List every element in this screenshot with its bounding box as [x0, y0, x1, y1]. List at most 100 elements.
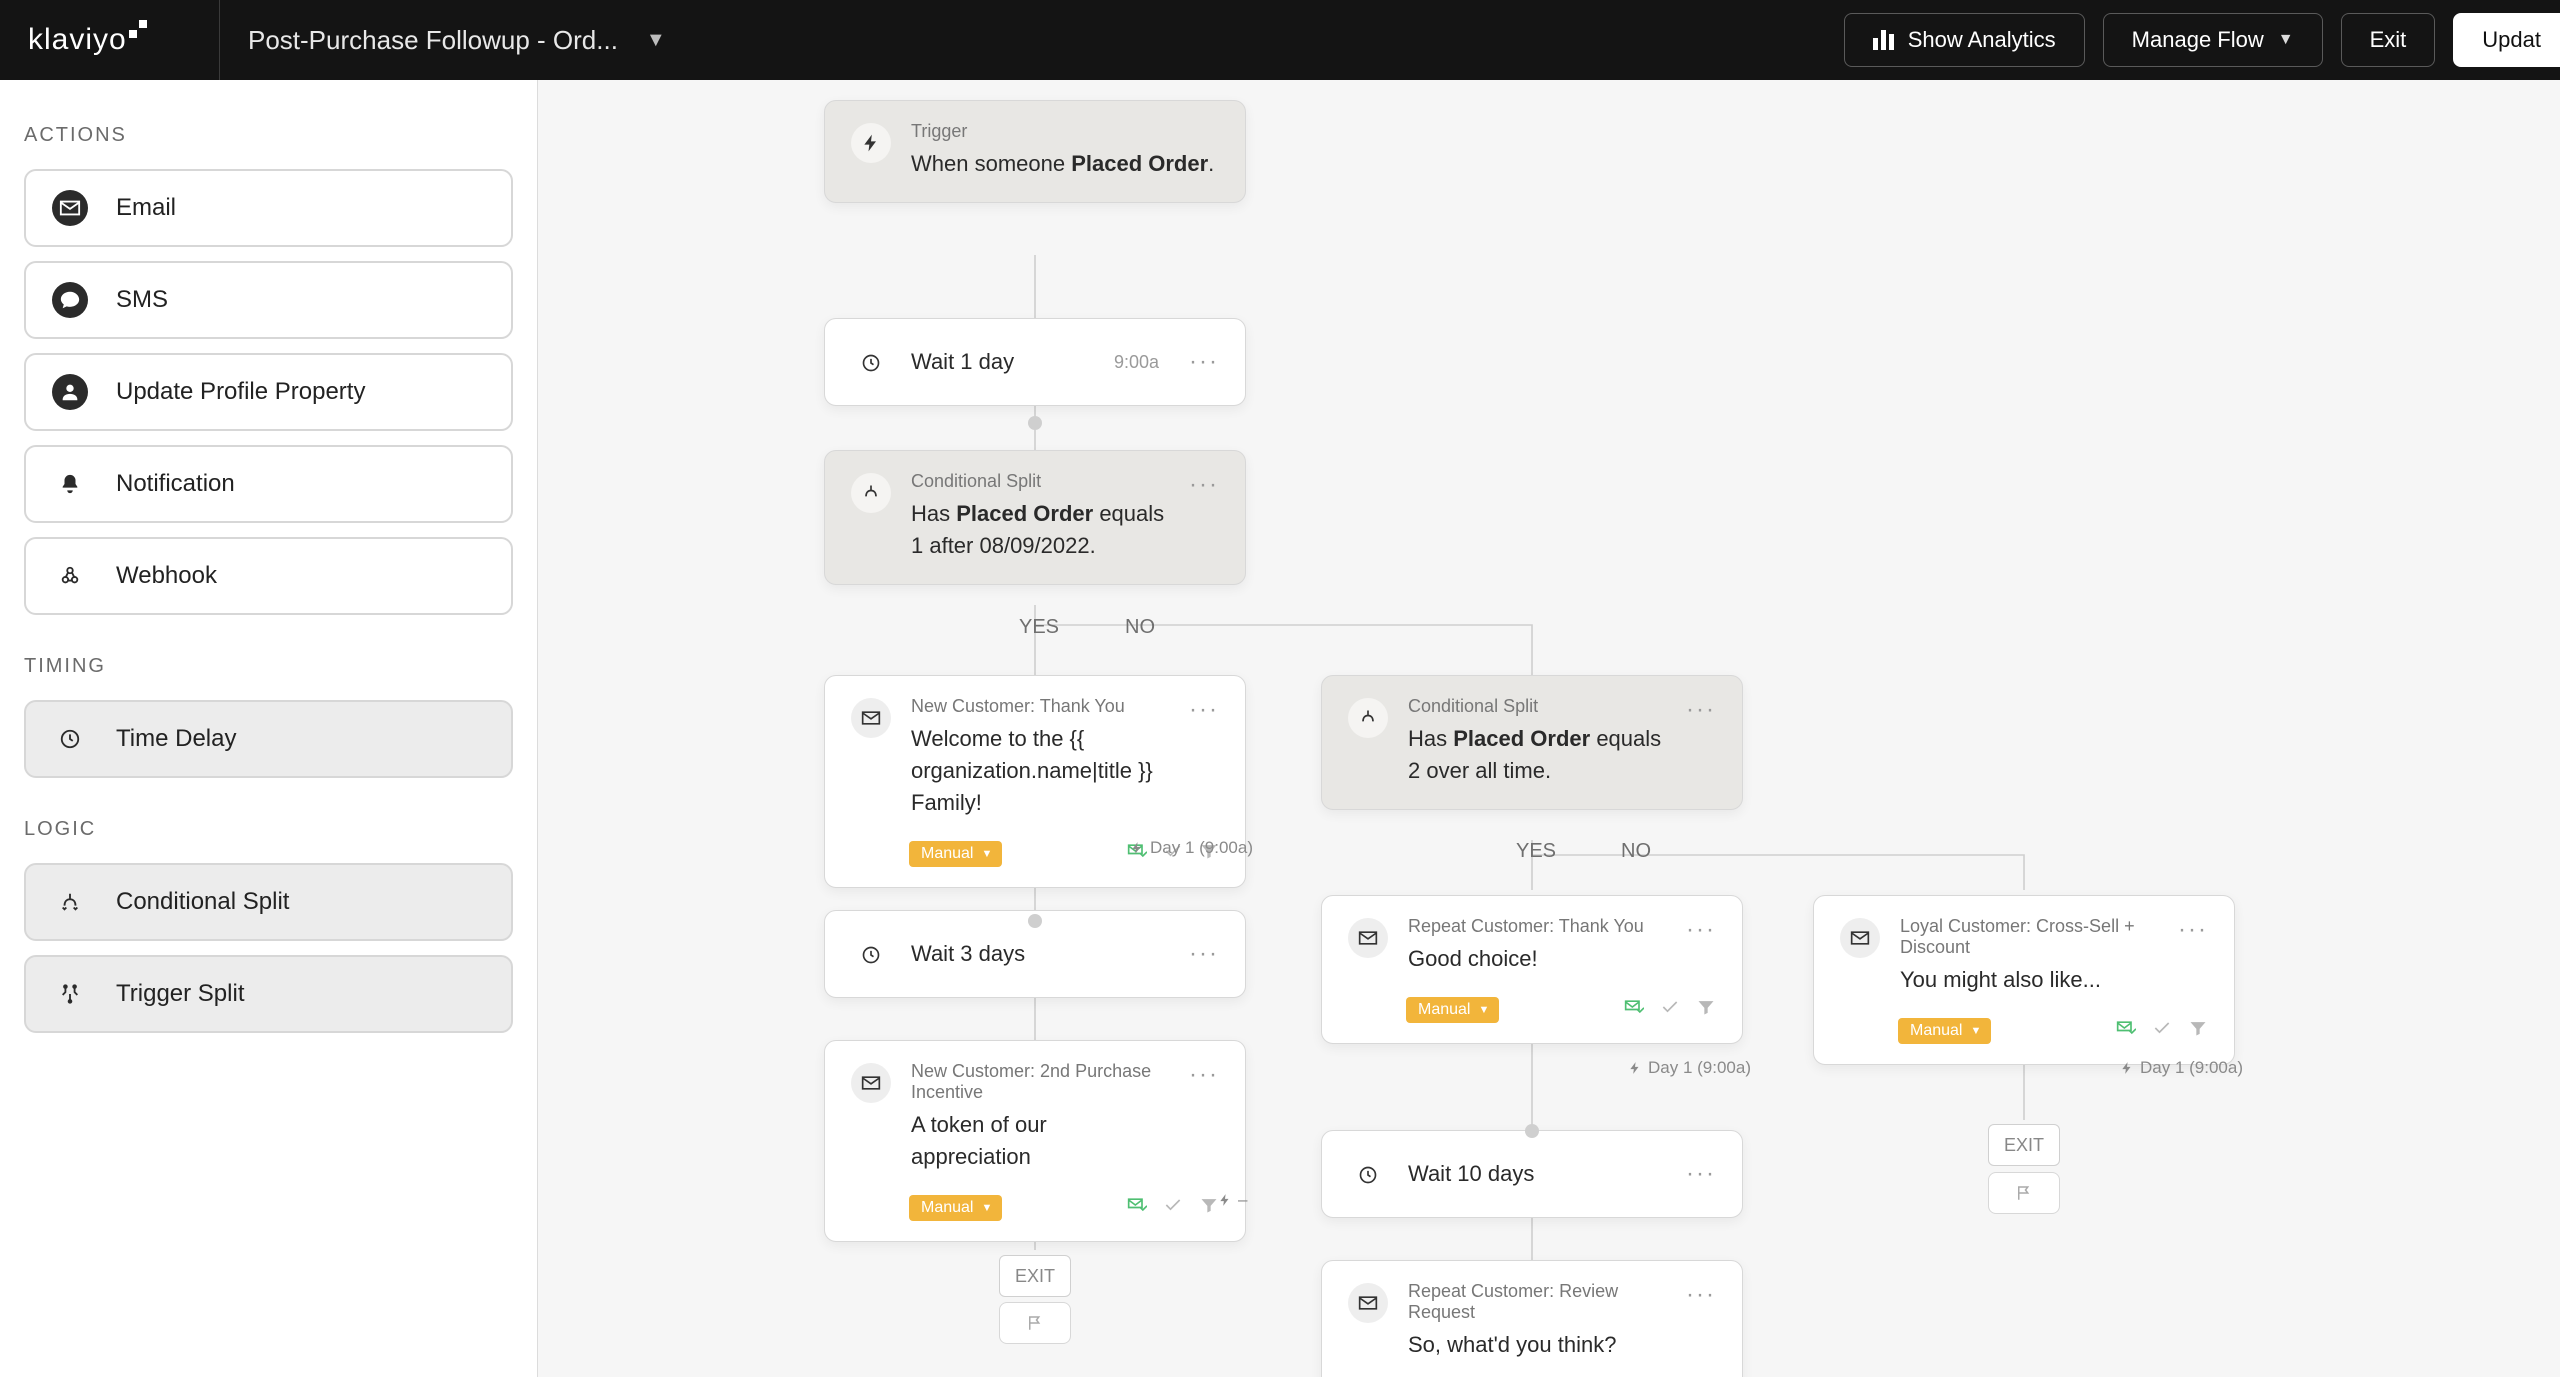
bell-icon	[52, 466, 88, 502]
clock-icon	[851, 935, 891, 975]
node-menu-button[interactable]: ···	[1189, 940, 1219, 968]
node-menu-button[interactable]: ···	[1686, 696, 1716, 787]
check-icon[interactable]	[2152, 1018, 2172, 1043]
node-menu-button[interactable]: ···	[1686, 1160, 1716, 1188]
flag-marker	[1988, 1172, 2060, 1214]
node-email-new-incentive[interactable]: New Customer: 2nd Purchase Incentive A t…	[824, 1040, 1246, 1242]
mail-check-icon[interactable]	[1624, 997, 1644, 1022]
split-icon	[52, 884, 88, 920]
wait-time-hint: 9:00a	[1114, 352, 1159, 373]
logic-tile-trigger-split[interactable]: Trigger Split	[24, 955, 513, 1033]
topbar: klaviyo Post-Purchase Followup - Ord... …	[0, 0, 2560, 80]
action-tile-webhook[interactable]: Webhook	[24, 537, 513, 615]
node-menu-button[interactable]: ···	[1189, 696, 1219, 819]
node-label: Conditional Split	[911, 471, 1169, 492]
status-badge-manual[interactable]: Manual▼	[1406, 997, 1499, 1023]
action-label: Email	[116, 194, 176, 222]
branch-label-yes: YES	[1019, 616, 1059, 639]
node-description: So, what'd you think?	[1408, 1329, 1666, 1361]
action-label: Trigger Split	[116, 980, 244, 1008]
node-description: Has Placed Order equals 2 over all time.	[1408, 723, 1666, 787]
trigger-split-icon	[52, 976, 88, 1012]
node-email-loyal-xsell[interactable]: Loyal Customer: Cross-Sell + Discount Yo…	[1813, 895, 2235, 1065]
node-description: Wait 10 days	[1408, 1158, 1666, 1190]
filter-icon[interactable]	[1696, 997, 1716, 1022]
update-label: Updat	[2482, 27, 2541, 53]
status-badge-manual[interactable]: Manual▼	[1898, 1018, 1991, 1044]
node-wait-10days[interactable]: Wait 10 days ···	[1321, 1130, 1743, 1218]
add-step-handle[interactable]	[1028, 914, 1042, 928]
node-description: When someone Placed Order.	[911, 148, 1219, 180]
split-icon	[851, 473, 891, 513]
action-tile-sms[interactable]: SMS	[24, 261, 513, 339]
brand-name: klaviyo	[28, 23, 127, 57]
manage-flow-button[interactable]: Manage Flow ▼	[2103, 13, 2323, 67]
add-step-handle[interactable]	[1028, 416, 1042, 430]
email-icon	[1348, 918, 1388, 958]
email-icon	[1348, 1283, 1388, 1323]
show-analytics-button[interactable]: Show Analytics	[1844, 13, 2085, 67]
node-description: A token of our appreciation	[911, 1109, 1169, 1173]
exit-marker: EXIT	[1988, 1124, 2060, 1166]
check-icon[interactable]	[1163, 1195, 1183, 1220]
node-conditional-split-2[interactable]: Conditional Split Has Placed Order equal…	[1321, 675, 1743, 810]
action-tile-email[interactable]: Email	[24, 169, 513, 247]
action-label: SMS	[116, 286, 168, 314]
section-title-actions: ACTIONS	[24, 124, 513, 147]
add-step-handle[interactable]: –	[1218, 1190, 1247, 1210]
node-description: Good choice!	[1408, 943, 1666, 975]
node-menu-button[interactable]: ···	[1686, 916, 1716, 975]
node-conditional-split-1[interactable]: Conditional Split Has Placed Order equal…	[824, 450, 1246, 585]
check-icon[interactable]	[1660, 997, 1680, 1022]
mail-check-icon[interactable]	[2116, 1018, 2136, 1043]
section-title-logic: LOGIC	[24, 818, 513, 841]
update-button[interactable]: Updat	[2453, 13, 2560, 67]
node-description: Wait 1 day	[911, 346, 1094, 378]
clock-icon	[52, 721, 88, 757]
logic-tile-conditional-split[interactable]: Conditional Split	[24, 863, 513, 941]
branch-label-no: NO	[1621, 840, 1651, 863]
exit-marker: EXIT	[999, 1255, 1071, 1297]
node-description: You might also like...	[1900, 964, 2158, 996]
schedule-caption: Day 1 (9:00a)	[2120, 1058, 2243, 1078]
exit-button[interactable]: Exit	[2341, 13, 2436, 67]
flag-marker	[999, 1302, 1071, 1344]
action-label: Notification	[116, 470, 235, 498]
branch-label-yes: YES	[1516, 840, 1556, 863]
filter-icon[interactable]	[2188, 1018, 2208, 1043]
lightning-icon	[851, 123, 891, 163]
email-icon	[851, 1063, 891, 1103]
action-tile-update-profile[interactable]: Update Profile Property	[24, 353, 513, 431]
flow-canvas[interactable]: Trigger When someone Placed Order. Wait …	[538, 80, 2560, 1377]
node-mini-actions	[1127, 1195, 1219, 1220]
node-label: Loyal Customer: Cross-Sell + Discount	[1900, 916, 2158, 958]
bar-chart-icon	[1873, 30, 1894, 50]
node-description: Has Placed Order equals 1 after 08/09/20…	[911, 498, 1169, 562]
action-tile-notification[interactable]: Notification	[24, 445, 513, 523]
flow-title-dropdown[interactable]: Post-Purchase Followup - Ord... ▼	[220, 25, 666, 56]
action-label: Conditional Split	[116, 888, 289, 916]
action-label: Update Profile Property	[116, 378, 365, 406]
node-email-repeat-review[interactable]: Repeat Customer: Review Request So, what…	[1321, 1260, 1743, 1377]
split-icon	[1348, 698, 1388, 738]
node-menu-button[interactable]: ···	[2178, 916, 2208, 996]
webhook-icon	[52, 558, 88, 594]
node-menu-button[interactable]: ···	[1686, 1281, 1716, 1361]
node-label: New Customer: Thank You	[911, 696, 1169, 717]
email-icon	[851, 698, 891, 738]
node-trigger[interactable]: Trigger When someone Placed Order.	[824, 100, 1246, 203]
add-step-handle[interactable]	[1525, 1124, 1539, 1138]
actions-sidebar: ACTIONS Email SMS Update Profile Propert…	[0, 80, 538, 1377]
node-label: Repeat Customer: Thank You	[1408, 916, 1666, 937]
node-wait-1day[interactable]: Wait 1 day 9:00a ···	[824, 318, 1246, 406]
node-menu-button[interactable]: ···	[1189, 1061, 1219, 1173]
brand-logo[interactable]: klaviyo	[0, 0, 220, 80]
mail-check-icon[interactable]	[1127, 1195, 1147, 1220]
status-badge-manual[interactable]: Manual▼	[909, 841, 1002, 867]
timing-tile-time-delay[interactable]: Time Delay	[24, 700, 513, 778]
status-badge-manual[interactable]: Manual▼	[909, 1195, 1002, 1221]
node-menu-button[interactable]: ···	[1189, 348, 1219, 376]
node-menu-button[interactable]: ···	[1189, 471, 1219, 562]
node-email-repeat-thankyou[interactable]: Repeat Customer: Thank You Good choice! …	[1321, 895, 1743, 1044]
filter-icon[interactable]	[1199, 1195, 1219, 1220]
